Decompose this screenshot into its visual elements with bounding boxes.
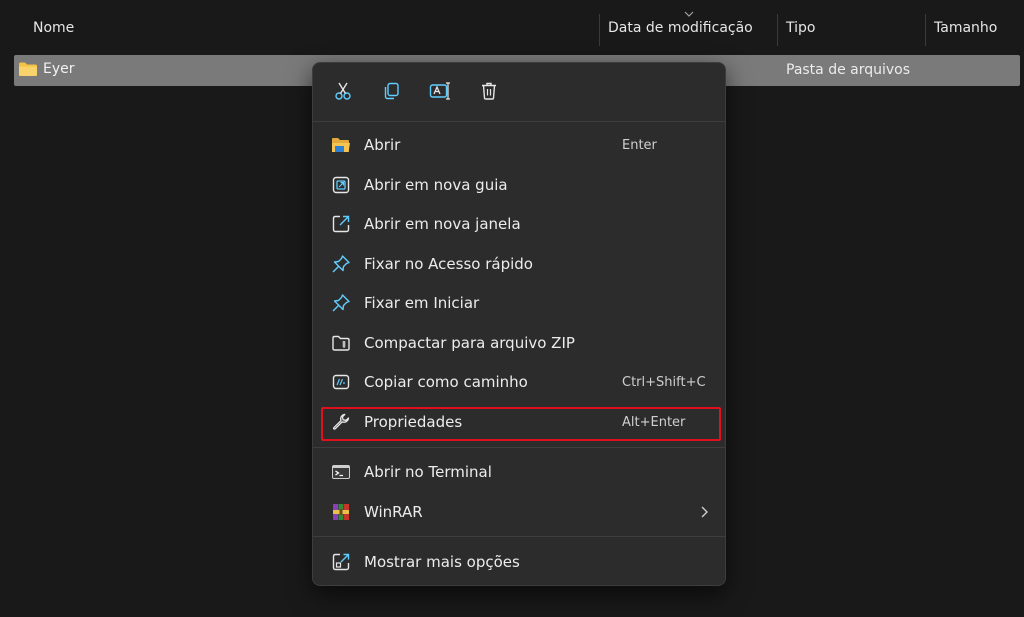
menu-item-copy-path[interactable]: Copiar como caminho Ctrl+Shift+C xyxy=(321,364,717,400)
rename-icon xyxy=(429,82,450,100)
menu-item-label: Compactar para arquivo ZIP xyxy=(364,334,575,352)
column-divider[interactable] xyxy=(599,14,600,46)
file-explorer: Nome Data de modificação Tipo Tamanho Ey… xyxy=(0,0,1024,617)
menu-item-open-new-tab[interactable]: Abrir em nova guia xyxy=(321,167,717,203)
folder-open-icon xyxy=(332,138,350,152)
menu-separator xyxy=(313,447,725,448)
new-window-icon xyxy=(332,215,350,233)
file-type: Pasta de arquivos xyxy=(786,62,911,78)
menu-item-properties[interactable]: Propriedades Alt+Enter xyxy=(321,404,717,440)
menu-item-shortcut: Enter xyxy=(622,138,657,153)
menu-item-label: WinRAR xyxy=(364,503,423,521)
menu-item-pin-quick-access[interactable]: Fixar no Acesso rápido xyxy=(321,246,717,282)
menu-separator xyxy=(313,121,725,122)
menu-item-open-new-window[interactable]: Abrir em nova janela xyxy=(321,206,717,242)
wrench-icon xyxy=(332,413,350,430)
sort-chevron-icon xyxy=(684,11,694,17)
copy-icon xyxy=(384,82,399,100)
menu-item-show-more-options[interactable]: Mostrar mais opções xyxy=(321,544,717,580)
menu-item-shortcut: Alt+Enter xyxy=(622,415,686,430)
menu-item-label: Propriedades xyxy=(364,413,463,431)
menu-item-label: Abrir em nova janela xyxy=(364,215,521,233)
copy-path-icon xyxy=(332,374,350,390)
delete-button[interactable] xyxy=(473,75,505,107)
menu-item-label: Fixar em Iniciar xyxy=(364,294,480,312)
new-tab-icon xyxy=(332,176,350,194)
menu-item-label: Fixar no Acesso rápido xyxy=(364,255,533,273)
menu-item-label: Copiar como caminho xyxy=(364,373,528,391)
menu-item-label: Abrir xyxy=(364,136,401,154)
menu-item-winrar[interactable]: WinRAR xyxy=(321,494,717,530)
winrar-icon xyxy=(333,504,349,520)
menu-item-label: Abrir no Terminal xyxy=(364,463,492,481)
menu-item-label: Mostrar mais opções xyxy=(364,553,520,571)
menu-item-shortcut: Ctrl+Shift+C xyxy=(622,375,706,390)
copy-button[interactable] xyxy=(375,75,407,107)
column-header-size[interactable]: Tamanho xyxy=(934,20,997,36)
menu-item-open[interactable]: Abrir Enter xyxy=(321,127,717,163)
zip-icon xyxy=(332,335,350,351)
column-header-type[interactable]: Tipo xyxy=(786,20,815,36)
pin-icon xyxy=(332,255,350,273)
menu-separator xyxy=(313,536,725,537)
column-header-row: Nome Data de modificação Tipo Tamanho xyxy=(0,0,1024,52)
menu-item-pin-start[interactable]: Fixar em Iniciar xyxy=(321,285,717,321)
column-divider[interactable] xyxy=(777,14,778,46)
terminal-icon xyxy=(332,465,350,479)
menu-item-open-terminal[interactable]: Abrir no Terminal xyxy=(321,454,717,490)
rename-button[interactable] xyxy=(424,75,456,107)
column-header-modified[interactable]: Data de modificação xyxy=(608,20,753,36)
chevron-right-icon xyxy=(701,506,708,518)
file-name: Eyer xyxy=(43,61,75,77)
menu-item-label: Abrir em nova guia xyxy=(364,176,508,194)
cut-button[interactable] xyxy=(327,75,359,107)
cut-icon xyxy=(335,82,351,100)
folder-icon xyxy=(19,62,37,76)
menu-item-compress-zip[interactable]: Compactar para arquivo ZIP xyxy=(321,325,717,361)
column-header-name[interactable]: Nome xyxy=(33,20,74,36)
delete-icon xyxy=(482,82,496,100)
more-options-icon xyxy=(332,553,350,571)
context-menu: Abrir Enter Abrir em nova guia Abrir em … xyxy=(312,62,726,586)
column-divider[interactable] xyxy=(925,14,926,46)
pin-icon xyxy=(332,294,350,312)
